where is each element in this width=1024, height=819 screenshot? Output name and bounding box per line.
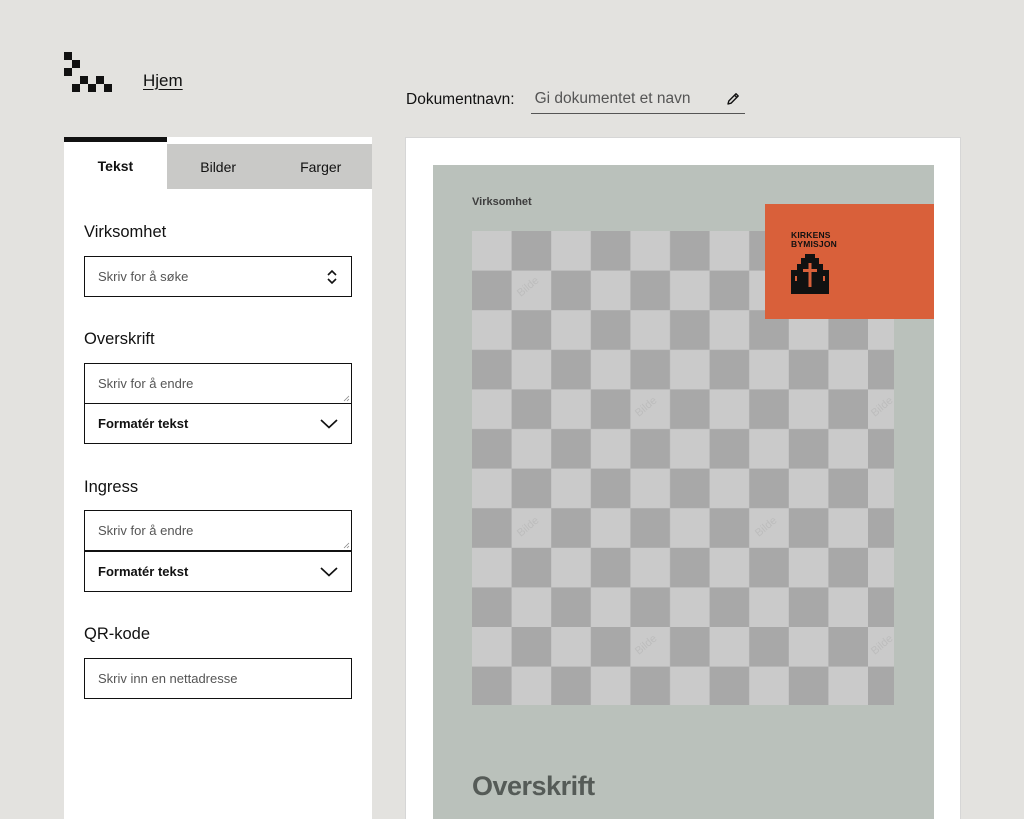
ingress-format-label: Formatér tekst [98,564,189,579]
document-name-label: Dokumentnavn: [406,91,515,108]
church-building-icon [791,254,829,294]
sort-updown-icon [327,269,337,284]
business-section-title: Virksomhet [84,223,167,241]
headline-textarea[interactable]: Skriv for å endre [84,363,352,404]
headline-format-select[interactable]: Formatér tekst [84,403,352,444]
document-name-input[interactable]: Gi dokumentet et navn [530,84,745,114]
ingress-format-select[interactable]: Formatér tekst [84,551,352,592]
qr-url-input[interactable]: Skriv inn en nettadresse [84,658,352,699]
qr-section-title: QR-kode [84,625,151,643]
organization-logo-text: KIRKENS BYMISJON [791,230,837,249]
tab-tekst[interactable]: Tekst [64,137,167,189]
organization-logo-block: KIRKENS BYMISJON [765,204,934,319]
poster-business-text: Virksomhet [472,196,532,208]
ingress-section-title: Ingress [84,478,139,496]
document-name-row: Dokumentnavn: Gi dokumentet et navn [406,84,745,114]
pencil-icon[interactable] [725,91,741,107]
editor-panel: Tekst Bilder Farger Virksomhet Skriv for… [64,137,372,819]
headline-section-title: Overskrift [84,330,155,348]
brand-logo-icon[interactable] [64,52,112,92]
ingress-placeholder: Skriv for å endre [98,523,194,538]
resize-handle-icon[interactable] [343,395,350,402]
business-search-placeholder: Skriv for å søke [98,269,189,284]
home-link[interactable]: Hjem [143,71,183,91]
poster-canvas: Virksomhet Bilde Bilde Bilde Bilde Bilde… [433,165,934,819]
poster-headline: Overskrift [472,771,595,801]
headline-placeholder: Skriv for å endre [98,376,194,391]
tab-farger[interactable]: Farger [269,144,372,189]
editor-tabs: Tekst Bilder Farger [64,137,372,189]
document-name-placeholder: Gi dokumentet et navn [534,89,691,107]
resize-handle-icon[interactable] [343,542,350,549]
chevron-down-icon [320,566,338,577]
ingress-textarea[interactable]: Skriv for å endre [84,510,352,551]
chevron-down-icon [320,418,338,429]
headline-format-label: Formatér tekst [98,416,189,431]
document-preview: Virksomhet Bilde Bilde Bilde Bilde Bilde… [405,137,961,819]
tab-bilder[interactable]: Bilder [166,144,270,189]
business-search-select[interactable]: Skriv for å søke [84,256,352,297]
qr-url-placeholder: Skriv inn en nettadresse [98,671,238,686]
